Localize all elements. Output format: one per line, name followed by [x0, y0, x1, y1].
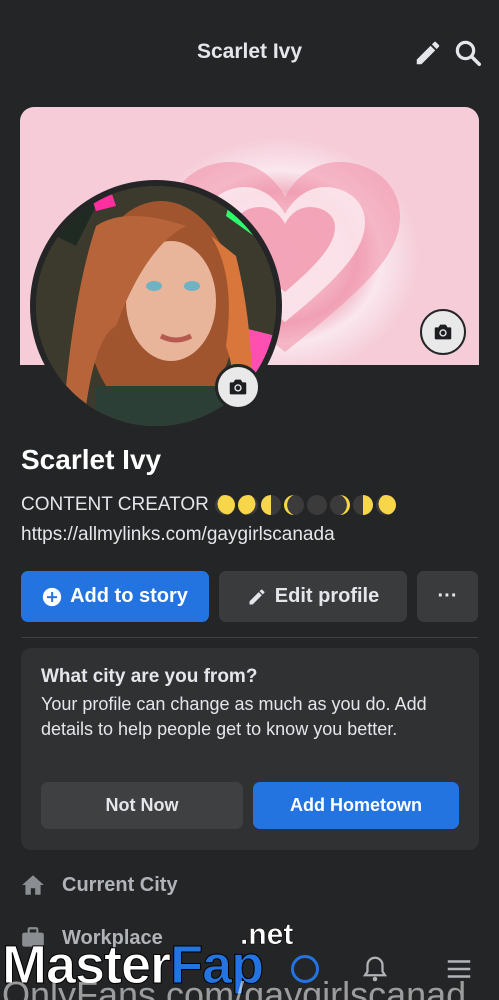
top-bar: Scarlet Ivy — [0, 0, 499, 104]
waxing-gibbous-moon-icon — [214, 495, 235, 515]
edit-profile-button[interactable]: Edit profile — [219, 571, 407, 622]
avatar-camera-button[interactable] — [215, 364, 261, 410]
add-to-story-button[interactable]: Add to story — [21, 571, 209, 622]
divider — [21, 637, 478, 638]
waning-crescent-moon-icon — [283, 495, 304, 515]
menu-icon[interactable] — [444, 954, 474, 984]
waning-gibbous-moon-icon — [237, 495, 258, 515]
cover-camera-button[interactable] — [420, 309, 466, 355]
add-to-story-label: Add to story — [70, 585, 188, 607]
waxing-gibbous-moon-icon — [375, 495, 396, 515]
prompt-description: Your profile can change as much as you d… — [41, 694, 427, 739]
bell-icon[interactable] — [360, 954, 390, 984]
detail-current-city[interactable]: Current City — [20, 872, 178, 898]
moon-emoji-row — [214, 495, 396, 515]
pencil-icon[interactable] — [413, 38, 443, 68]
camera-icon — [434, 324, 452, 340]
hometown-prompt-card: What city are you from? Your profile can… — [21, 648, 479, 850]
bottom-nav — [0, 936, 499, 1000]
profile-bio: CONTENT CREATOR — [21, 494, 396, 516]
prompt-question: What city are you from? — [41, 666, 258, 687]
plus-circle-icon — [42, 587, 62, 606]
add-hometown-button[interactable]: Add Hometown — [253, 782, 459, 829]
waxing-crescent-moon-icon — [329, 495, 350, 515]
profile-tab-icon[interactable] — [290, 954, 320, 984]
edit-profile-label: Edit profile — [274, 585, 380, 607]
more-icon: ··· — [437, 585, 458, 607]
pencil-icon — [249, 588, 265, 604]
search-icon[interactable] — [453, 38, 483, 68]
current-city-label: Current City — [62, 873, 178, 896]
camera-icon — [229, 379, 247, 395]
first-quarter-moon-icon — [352, 495, 373, 515]
last-quarter-moon-icon — [260, 495, 281, 515]
not-now-button[interactable]: Not Now — [41, 782, 243, 829]
bio-text: CONTENT CREATOR — [21, 494, 209, 515]
home-icon — [22, 875, 44, 895]
new-moon-icon — [306, 495, 327, 515]
more-options-button[interactable]: ··· — [417, 571, 478, 622]
profile-link[interactable]: https://allmylinks.com/gaygirlscanada — [21, 524, 335, 546]
profile-name: Scarlet Ivy — [21, 444, 162, 475]
